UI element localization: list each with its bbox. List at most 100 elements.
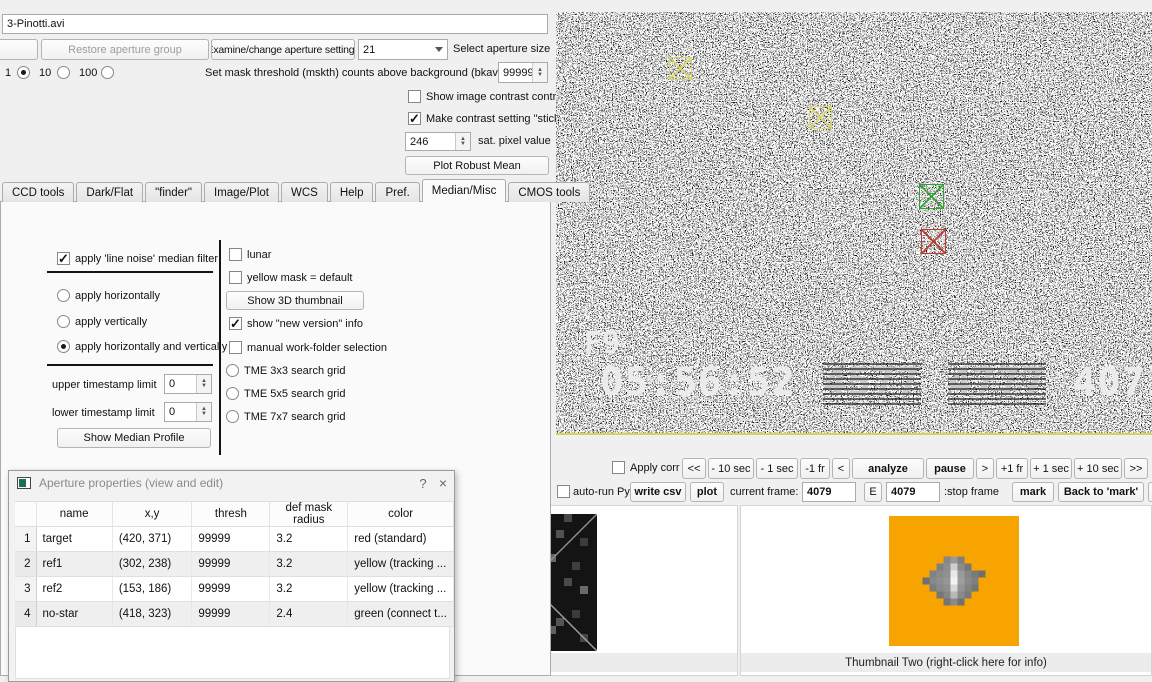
table-row[interactable]: 4 no-star (418, 323) 99999 2.4 green (co… <box>15 601 454 627</box>
cell-thresh[interactable]: 99999 <box>191 551 271 577</box>
plot-robust-mean-button[interactable]: Plot Robust Mean <box>405 156 549 175</box>
stub-button[interactable] <box>0 39 38 60</box>
mask-threshold-spinbox[interactable]: 99999 ▲ ▼ <box>498 62 548 83</box>
lunar-checkbox[interactable] <box>229 248 242 261</box>
cell-xy[interactable]: (418, 323) <box>112 601 193 627</box>
tme-3x3-radio[interactable] <box>226 364 239 377</box>
tab-help[interactable]: Help <box>329 182 374 202</box>
write-csv-button[interactable]: write csv <box>630 482 686 502</box>
step-back-button[interactable]: < <box>832 458 850 479</box>
col-name[interactable]: name <box>36 501 113 527</box>
sat-pixel-spinbox[interactable]: 246 ▲ ▼ <box>405 132 471 151</box>
jump-end-button[interactable]: >> <box>1124 458 1148 479</box>
mark-button[interactable]: mark <box>1012 482 1054 502</box>
restore-aperture-group-button[interactable]: Restore aperture group <box>41 39 209 60</box>
tab-wcs[interactable]: WCS <box>280 182 328 202</box>
aperture-marker-target-red[interactable] <box>921 229 946 254</box>
autorun-pyote-checkbox[interactable] <box>557 485 570 498</box>
tab-ccd-tools[interactable]: CCD tools <box>2 182 75 202</box>
close-icon[interactable]: × <box>432 475 454 491</box>
cell-xy[interactable]: (302, 238) <box>112 551 193 577</box>
cell-xy[interactable]: (420, 371) <box>112 526 193 552</box>
apply-vertically-radio[interactable] <box>57 315 70 328</box>
cell-name[interactable]: no-star <box>36 601 113 627</box>
cell-color[interactable]: green (connect t... <box>347 601 454 627</box>
help-icon[interactable]: ? <box>414 476 432 491</box>
e-button[interactable]: E <box>864 482 882 502</box>
tab-median-misc[interactable]: Median/Misc <box>421 179 507 202</box>
cell-radius[interactable]: 3.2 <box>269 576 349 602</box>
analyze-button[interactable]: analyze <box>852 458 924 479</box>
zoom-option-10-radio[interactable] <box>57 66 70 79</box>
back-to-mark-button[interactable]: Back to 'mark' <box>1058 482 1144 502</box>
show-3d-thumbnail-button[interactable]: Show 3D thumbnail <box>226 291 364 310</box>
thumbnail-two-mask-image[interactable] <box>889 516 1019 646</box>
table-row[interactable]: 2 ref1 (302, 238) 99999 3.2 yellow (trac… <box>15 551 454 577</box>
yellow-mask-default-checkbox[interactable] <box>229 271 242 284</box>
col-radius[interactable]: def mask radius <box>269 501 349 527</box>
clear-data-button[interactable]: clear dat <box>1148 482 1152 502</box>
tab-image-plot[interactable]: Image/Plot <box>204 182 279 202</box>
aperture-marker-ref1-yellow[interactable] <box>809 106 832 129</box>
cell-radius[interactable]: 3.2 <box>269 526 349 552</box>
plus-1-frame-button[interactable]: +1 fr <box>996 458 1028 479</box>
video-frame-view[interactable]: F9 05:56:52 4577 4777 40718 <box>556 12 1152 433</box>
zoom-option-100-radio[interactable] <box>101 66 114 79</box>
plus-10-sec-button[interactable]: + 10 sec <box>1074 458 1122 479</box>
cell-color[interactable]: yellow (tracking ... <box>347 551 454 577</box>
zoom-option-1-radio[interactable] <box>17 66 30 79</box>
pause-button[interactable]: pause <box>926 458 974 479</box>
tab-finder[interactable]: "finder" <box>145 182 202 202</box>
plot-button[interactable]: plot <box>690 482 724 502</box>
stop-frame-input[interactable]: 4079 <box>886 482 940 502</box>
lower-timestamp-spinbox[interactable]: 0 ▲ ▼ <box>164 402 212 422</box>
cell-color[interactable]: red (standard) <box>347 526 454 552</box>
apply-horizontally-radio[interactable] <box>57 289 70 302</box>
filename-input[interactable]: 3-Pinotti.avi <box>2 14 548 34</box>
minus-1-sec-button[interactable]: - 1 sec <box>756 458 798 479</box>
sticky-contrast-checkbox[interactable] <box>408 111 421 127</box>
tab-pref[interactable]: Pref. <box>375 182 420 202</box>
minus-10-sec-button[interactable]: - 10 sec <box>708 458 754 479</box>
new-version-info-checkbox[interactable] <box>229 316 242 332</box>
apply-corr-checkbox[interactable] <box>612 461 625 474</box>
show-median-profile-button[interactable]: Show Median Profile <box>57 428 211 448</box>
minus-1-frame-button[interactable]: -1 fr <box>800 458 830 479</box>
dialog-title: Aperture properties (view and edit) <box>39 476 224 490</box>
cell-thresh[interactable]: 99999 <box>191 576 271 602</box>
cell-radius[interactable]: 2.4 <box>269 601 349 627</box>
dialog-title-bar[interactable]: Aperture properties (view and edit) ? × <box>9 471 454 495</box>
step-forward-button[interactable]: > <box>976 458 994 479</box>
aperture-marker-ref2-yellow[interactable] <box>669 57 692 80</box>
cell-name[interactable]: target <box>36 526 113 552</box>
line-noise-filter-checkbox[interactable] <box>57 251 70 267</box>
tab-dark-flat[interactable]: Dark/Flat <box>76 182 144 202</box>
cell-thresh[interactable]: 99999 <box>191 526 271 552</box>
table-row[interactable]: 1 target (420, 371) 99999 3.2 red (stand… <box>15 526 454 552</box>
examine-aperture-settings-button[interactable]: Examine/change aperture settings <box>211 39 355 60</box>
manual-work-folder-checkbox[interactable] <box>229 341 242 354</box>
upper-timestamp-spinbox[interactable]: 0 ▲ ▼ <box>164 374 212 394</box>
cell-color[interactable]: yellow (tracking ... <box>347 576 454 602</box>
thumbnail-two-panel[interactable]: Thumbnail Two (right-click here for info… <box>740 505 1152 676</box>
aperture-marker-no-star-green[interactable] <box>919 184 944 209</box>
current-frame-input[interactable]: 4079 <box>802 482 856 502</box>
tab-cmos-tools[interactable]: CMOS tools <box>508 182 591 202</box>
col-xy[interactable]: x,y <box>112 501 193 527</box>
jump-start-button[interactable]: << <box>682 458 706 479</box>
col-thresh[interactable]: thresh <box>191 501 271 527</box>
aperture-size-select[interactable]: 21 <box>358 39 448 60</box>
cell-xy[interactable]: (153, 186) <box>112 576 193 602</box>
apply-both-radio[interactable] <box>57 340 70 353</box>
tme-7x7-radio[interactable] <box>226 410 239 423</box>
cell-thresh[interactable]: 99999 <box>191 601 271 627</box>
col-color[interactable]: color <box>347 501 454 527</box>
cell-name[interactable]: ref1 <box>36 551 113 577</box>
stop-frame-caption: :stop frame <box>944 486 1000 498</box>
tme-5x5-radio[interactable] <box>226 387 239 400</box>
cell-radius[interactable]: 3.2 <box>269 551 349 577</box>
show-contrast-checkbox[interactable] <box>408 90 421 103</box>
cell-name[interactable]: ref2 <box>36 576 113 602</box>
table-row[interactable]: 3 ref2 (153, 186) 99999 3.2 yellow (trac… <box>15 576 454 602</box>
plus-1-sec-button[interactable]: + 1 sec <box>1030 458 1072 479</box>
